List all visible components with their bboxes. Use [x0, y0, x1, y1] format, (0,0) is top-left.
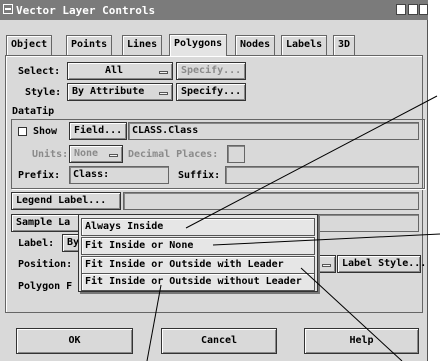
- tab-polygons[interactable]: Polygons: [169, 34, 228, 56]
- decimal-places-input[interactable]: [227, 145, 245, 163]
- style-specify-button[interactable]: Specify...: [176, 83, 246, 101]
- decimal-places-label: Decimal Places:: [128, 149, 219, 160]
- position-label: Position:: [18, 259, 73, 270]
- show-label: Show: [33, 126, 58, 137]
- window-title: Vector Layer Controls: [16, 4, 156, 17]
- datatip-heading: DataTip: [12, 106, 55, 117]
- polygon-row-label: Polygon F: [18, 281, 73, 292]
- cancel-button[interactable]: Cancel: [161, 328, 277, 354]
- field-button[interactable]: Field...: [69, 122, 127, 140]
- prefix-input[interactable]: Class:: [69, 166, 169, 184]
- select-specify-button[interactable]: Specify...: [176, 62, 246, 80]
- tab-nodes[interactable]: Nodes: [235, 35, 276, 55]
- popup-item-always-inside[interactable]: Always Inside: [81, 218, 315, 236]
- popup-item-fit-with-leader[interactable]: Fit Inside or Outside with Leader: [81, 256, 315, 274]
- units-value: None: [74, 148, 99, 159]
- window-menu-icon[interactable]: [3, 4, 13, 14]
- tab-lines[interactable]: Lines: [122, 35, 163, 55]
- suffix-input[interactable]: [225, 166, 419, 184]
- label-label: Label:: [18, 238, 55, 249]
- suffix-label: Suffix:: [178, 170, 221, 181]
- option-menu-icon: [322, 264, 331, 267]
- tab-points[interactable]: Points: [66, 35, 113, 55]
- show-checkbox[interactable]: [18, 127, 27, 136]
- style-label: Style:: [25, 87, 62, 98]
- tab-3d[interactable]: 3D: [333, 35, 356, 55]
- position-popup-menu: Always Inside Fit Inside or None Fit Ins…: [78, 214, 318, 292]
- legend-label-input[interactable]: [123, 192, 419, 210]
- prefix-label: Prefix:: [18, 170, 61, 181]
- datatip-field-input[interactable]: CLASS.Class: [128, 122, 419, 140]
- select-value: All: [104, 65, 124, 76]
- legend-label-button[interactable]: Legend Label...: [11, 192, 121, 210]
- popup-item-fit-inside-or-none[interactable]: Fit Inside or None: [81, 237, 315, 255]
- select-label: Select:: [18, 66, 61, 77]
- maximize-icon[interactable]: [408, 4, 418, 15]
- option-menu-icon: [159, 71, 168, 74]
- position-option-menu-arrow[interactable]: [318, 255, 336, 273]
- option-menu-icon: [159, 92, 168, 95]
- label-style-button[interactable]: Label Style...: [337, 255, 426, 273]
- close-icon[interactable]: [419, 4, 428, 15]
- select-option-menu[interactable]: All: [67, 62, 173, 80]
- vector-layer-controls-window: Vector Layer Controls Object Points Line…: [0, 0, 428, 361]
- style-value: By Attribute: [72, 86, 145, 97]
- style-option-menu[interactable]: By Attribute: [67, 83, 173, 101]
- option-menu-icon: [109, 154, 118, 157]
- units-option-menu[interactable]: None: [69, 145, 123, 163]
- tab-labels[interactable]: Labels: [281, 35, 328, 55]
- minimize-icon[interactable]: [396, 4, 406, 15]
- units-label: Units:: [32, 149, 69, 160]
- title-bar[interactable]: Vector Layer Controls: [0, 0, 428, 20]
- sample-label-input[interactable]: [318, 214, 419, 232]
- popup-item-fit-without-leader[interactable]: Fit Inside or Outside without Leader: [81, 273, 315, 291]
- help-button[interactable]: Help: [304, 328, 419, 354]
- ok-button[interactable]: OK: [16, 328, 133, 354]
- tab-object[interactable]: Object: [6, 35, 53, 55]
